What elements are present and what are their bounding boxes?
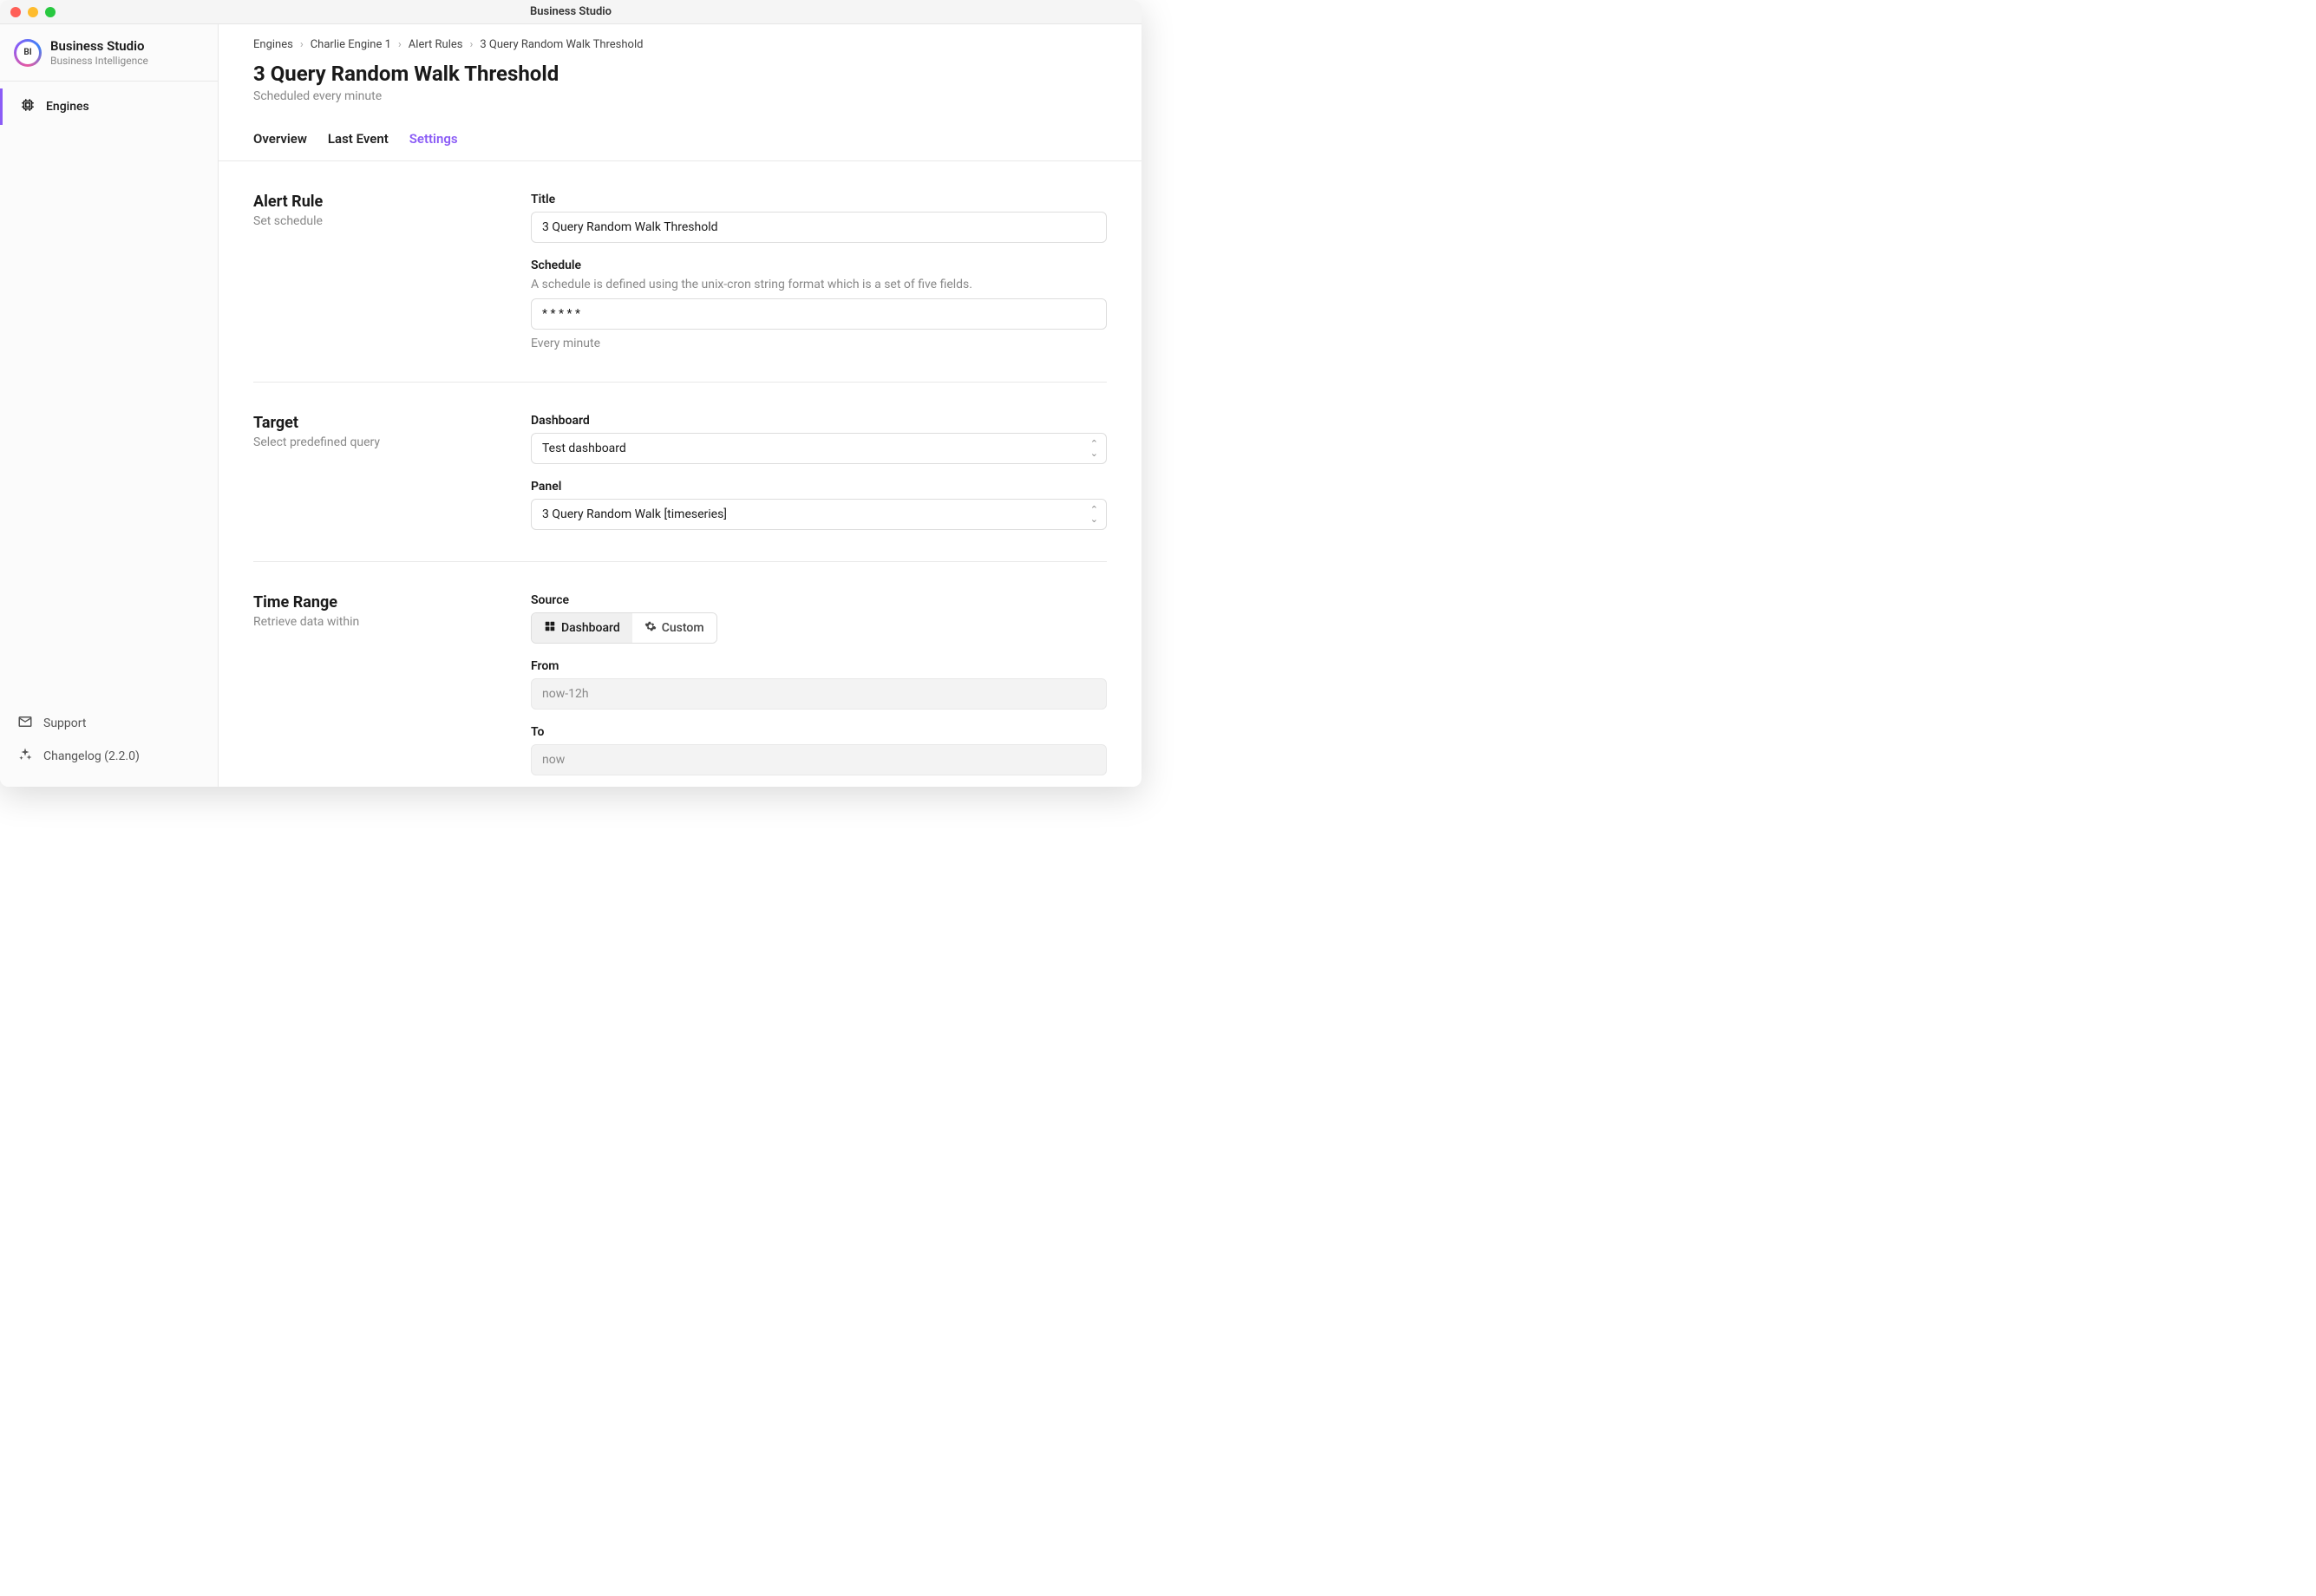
title-label: Title (531, 193, 1107, 206)
section-desc: Select predefined query (253, 435, 514, 449)
breadcrumb: Engines › Charlie Engine 1 › Alert Rules… (219, 24, 1142, 51)
section-desc: Set schedule (253, 214, 514, 228)
main-content: Engines › Charlie Engine 1 › Alert Rules… (219, 24, 1142, 787)
sparkle-icon (17, 747, 33, 766)
app-tagline: Business Intelligence (50, 55, 148, 67)
source-dashboard-button[interactable]: Dashboard (532, 613, 632, 643)
maximize-window-button[interactable] (45, 7, 56, 17)
support-link[interactable]: Support (0, 707, 218, 740)
cpu-icon (20, 97, 36, 116)
mail-icon (17, 714, 33, 733)
sidebar-header: BI Business Studio Business Intelligence (0, 24, 218, 82)
tab-settings[interactable]: Settings (409, 131, 458, 160)
grid-icon (544, 620, 556, 636)
panel-label: Panel (531, 480, 1107, 494)
gear-icon (644, 620, 657, 636)
window-title: Business Studio (530, 5, 612, 18)
changelog-link[interactable]: Changelog (2.2.0) (0, 740, 218, 773)
from-label: From (531, 659, 1107, 673)
page-title: 3 Query Random Walk Threshold (253, 62, 1107, 86)
breadcrumb-current: 3 Query Random Walk Threshold (480, 38, 643, 51)
from-input (531, 678, 1107, 710)
footer-item-label: Support (43, 716, 86, 730)
source-custom-button[interactable]: Custom (632, 613, 716, 643)
nav-item-engines[interactable]: Engines (0, 88, 218, 125)
nav-item-label: Engines (46, 100, 89, 114)
app-name: Business Studio (50, 38, 148, 54)
sidebar: BI Business Studio Business Intelligence (0, 24, 219, 787)
tab-overview[interactable]: Overview (253, 131, 307, 160)
to-input (531, 744, 1107, 775)
chevron-right-icon: › (398, 38, 402, 51)
source-toggle-group: Dashboard Custom (531, 612, 717, 644)
section-time-range: Time Range Retrieve data within Source (253, 562, 1107, 787)
section-target: Target Select predefined query Dashboard… (253, 383, 1107, 562)
tabs: Overview Last Event Settings (219, 117, 1142, 161)
tab-last-event[interactable]: Last Event (328, 131, 389, 160)
section-alert-rule: Alert Rule Set schedule Title Schedule A… (253, 161, 1107, 383)
footer-item-label: Changelog (2.2.0) (43, 749, 140, 763)
dashboard-label: Dashboard (531, 414, 1107, 428)
page-subtitle: Scheduled every minute (253, 89, 1107, 103)
titlebar: Business Studio (0, 0, 1142, 24)
chevron-right-icon: › (300, 38, 304, 51)
section-title: Time Range (253, 593, 514, 612)
close-window-button[interactable] (10, 7, 21, 17)
section-desc: Retrieve data within (253, 615, 514, 629)
breadcrumb-alert-rules[interactable]: Alert Rules (409, 38, 463, 51)
title-input[interactable] (531, 212, 1107, 243)
sidebar-footer: Support Changelog (2.2.0) (0, 700, 218, 787)
breadcrumb-engine[interactable]: Charlie Engine 1 (311, 38, 391, 51)
app-logo: BI (14, 39, 42, 67)
schedule-help: A schedule is defined using the unix-cro… (531, 278, 1107, 291)
chevron-right-icon: › (469, 38, 473, 51)
to-label: To (531, 725, 1107, 739)
schedule-input[interactable] (531, 298, 1107, 330)
breadcrumb-engines[interactable]: Engines (253, 38, 293, 51)
minimize-window-button[interactable] (28, 7, 38, 17)
schedule-label: Schedule (531, 258, 1107, 272)
page-header: 3 Query Random Walk Threshold Scheduled … (219, 51, 1142, 117)
section-title: Alert Rule (253, 193, 514, 211)
section-title: Target (253, 414, 514, 432)
sidebar-nav: Engines (0, 82, 218, 700)
schedule-hint: Every minute (531, 337, 1107, 350)
dashboard-select[interactable]: Test dashboard (531, 433, 1107, 464)
source-label: Source (531, 593, 1107, 607)
panel-select[interactable]: 3 Query Random Walk [timeseries] (531, 499, 1107, 530)
